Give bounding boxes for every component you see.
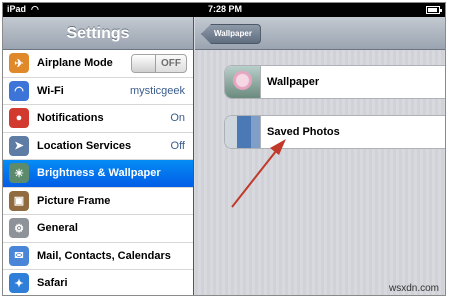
wifi-signal-icon: ◠ <box>31 4 39 14</box>
sidebar-item-label: Airplane Mode <box>37 57 113 70</box>
safari-icon: ✦ <box>9 273 29 294</box>
airplane-icon: ✈ <box>9 53 29 74</box>
status-bar: iPad ◠ 7:28 PM <box>3 3 445 17</box>
sidebar-item-airplane[interactable]: ✈ Airplane Mode OFF <box>3 50 193 78</box>
sidebar-item-label: General <box>37 222 78 235</box>
sidebar-item-picture-frame[interactable]: ▣ Picture Frame <box>3 188 193 215</box>
sidebar-item-value: On <box>170 112 185 125</box>
sidebar-title: Settings <box>3 17 193 50</box>
brightness-icon: ☀ <box>9 163 29 184</box>
sidebar-item-label: Notifications <box>37 112 104 125</box>
battery-icon <box>426 6 442 14</box>
watermark: wsxdn.com <box>388 283 439 294</box>
picture-frame-icon: ▣ <box>9 190 29 211</box>
sidebar-item-label: Picture Frame <box>37 194 111 207</box>
sidebar-item-mail[interactable]: ✉ Mail, Contacts, Calendars <box>3 243 193 270</box>
sidebar-item-gear[interactable]: ⚙ General <box>3 215 193 243</box>
wallpaper-row[interactable]: Wallpaper <box>224 65 445 99</box>
detail-pane: Wallpaper Wallpaper Saved Photos <box>195 17 445 295</box>
location-icon: ➤ <box>9 135 29 156</box>
airplane-mode-toggle[interactable]: OFF <box>131 54 187 73</box>
saved-photos-row-label: Saved Photos <box>267 126 340 138</box>
ipad-screen: iPad ◠ 7:28 PM Settings ✈ Airplane Mode OF… <box>2 2 446 296</box>
sidebar-item-safari[interactable]: ✦ Safari <box>3 270 193 295</box>
saved-photos-row[interactable]: Saved Photos <box>224 115 445 149</box>
mail-icon: ✉ <box>9 245 29 266</box>
gear-icon: ⚙ <box>9 218 29 239</box>
settings-list: ✈ Airplane Mode OFF ◠ Wi-Fi mysticgeek ● Notifi… <box>3 50 193 295</box>
sidebar-item-brightness[interactable]: ☀ Brightness & Wallpaper <box>3 160 193 188</box>
wallpaper-thumbnail <box>225 66 261 98</box>
notifications-icon: ● <box>9 108 29 129</box>
sidebar-item-location[interactable]: ➤ Location Services Off <box>3 133 193 160</box>
wallpaper-row-label: Wallpaper <box>267 76 320 88</box>
sidebar-item-label: Location Services <box>37 139 132 152</box>
toggle-knob <box>132 55 156 72</box>
toggle-state-label: OFF <box>161 58 181 69</box>
carrier-label: iPad <box>7 4 27 14</box>
sidebar-item-label: Safari <box>37 277 68 290</box>
sidebar-item-label: Brightness & Wallpaper <box>37 167 161 180</box>
sidebar-item-label: Wi-Fi <box>37 84 64 97</box>
wifi-icon: ◠ <box>9 80 29 101</box>
sidebar-item-label: Mail, Contacts, Calendars <box>37 249 171 262</box>
settings-sidebar: Settings ✈ Airplane Mode OFF ◠ Wi-Fi mysticge… <box>3 17 194 295</box>
sidebar-item-notifications[interactable]: ● Notifications On <box>3 105 193 133</box>
saved-photos-thumbnail <box>225 116 261 148</box>
back-button-wallpaper[interactable]: Wallpaper <box>201 24 261 44</box>
sidebar-item-value: mysticgeek <box>129 84 185 97</box>
sidebar-item-value: Off <box>170 139 185 152</box>
status-time: 7:28 PM <box>207 4 242 14</box>
sidebar-item-wifi[interactable]: ◠ Wi-Fi mysticgeek <box>3 78 193 105</box>
detail-navbar: Wallpaper <box>195 17 445 50</box>
battery-fill <box>428 8 437 12</box>
